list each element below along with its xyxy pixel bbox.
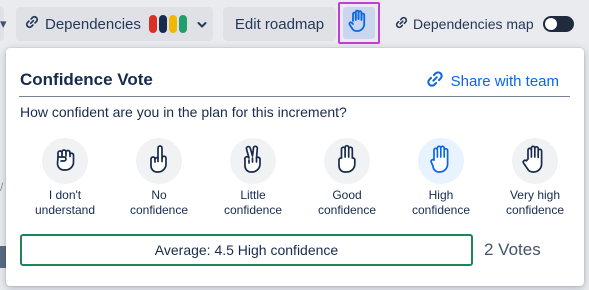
popup-title: Confidence Vote [20,70,153,89]
option-no-confidence[interactable]: No confidence [111,138,207,218]
option-circle [230,138,276,184]
option-circle [418,138,464,184]
dependencies-dropdown[interactable]: Dependencies [16,7,213,41]
toolbar-partial-button[interactable]: ▾ [0,7,7,41]
partial-button-glyph: ▾ [0,16,7,31]
option-good-confidence[interactable]: Good confidence [299,138,395,218]
dependencies-map-toggle[interactable] [542,16,574,32]
dependency-color-pill [148,15,157,33]
edit-roadmap-button[interactable]: Edit roadmap [223,7,336,41]
link-icon [25,15,39,33]
dependencies-map-toggle-group: Dependencies map [395,14,574,34]
option-label: Very high confidence [505,188,565,217]
vote-question: How confident are you in the plan for th… [20,104,347,120]
option-circle [512,138,558,184]
dependency-color-pill [168,15,177,33]
link-icon [395,16,408,32]
dependencies-label: Dependencies [45,15,141,33]
one-finger-icon [146,144,172,179]
edit-roadmap-label: Edit roadmap [234,15,325,33]
confidence-vote-button[interactable] [343,7,375,39]
option-label: High confidence [411,188,471,217]
dependencies-map-label: Dependencies map [413,16,534,32]
option-circle [324,138,370,184]
dependency-color-legend [148,15,187,33]
two-fingers-icon [240,144,266,179]
hand-icon [348,9,370,38]
link-icon [426,70,444,92]
four-fingers-icon [428,144,454,179]
option-circle [42,138,88,184]
confidence-vote-popup: Confidence Vote Share with team How conf… [6,48,584,286]
option-high-confidence[interactable]: High confidence [393,138,489,218]
five-fingers-icon [521,144,549,179]
option-label: Good confidence [317,188,377,217]
average-confidence-box: Average: 4.5 High confidence [20,234,473,266]
dependency-color-pill [178,15,187,33]
top-toolbar: ▾ Dependencies Edit roadmap Dependencies… [0,0,589,48]
votes-count: 2 Votes [484,240,541,259]
option-i-dont-understand[interactable]: I don't understand [17,138,113,218]
option-very-high-confidence[interactable]: Very high confidence [487,138,583,218]
option-circle [136,138,182,184]
option-label: No confidence [129,188,189,217]
toggle-knob [544,18,557,30]
option-little-confidence[interactable]: Little confidence [205,138,301,218]
share-with-team-label: Share with team [450,72,559,90]
option-label: Little confidence [223,188,283,217]
dependency-color-pill [158,15,167,33]
confidence-vote-button-highlight [338,2,380,44]
option-label: I don't understand [34,188,96,217]
average-confidence-text: Average: 4.5 High confidence [154,242,339,258]
fist-icon [52,145,78,178]
three-fingers-icon [334,144,360,179]
title-divider [19,96,570,97]
chevron-down-icon [197,16,207,33]
share-with-team-link[interactable]: Share with team [426,70,559,92]
confidence-options: I don't understand No confidence Little … [17,138,577,218]
